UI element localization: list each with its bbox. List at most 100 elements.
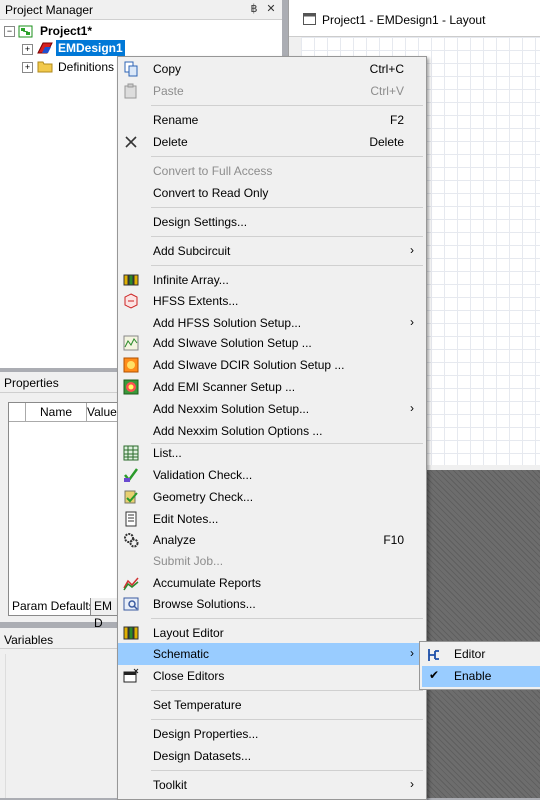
context-menu: Copy Ctrl+C Paste Ctrl+V Rename F2 Delet… [117, 56, 427, 800]
menu-item-add-nexxim-solution-options[interactable]: Add Nexxim Solution Options ... [118, 420, 426, 442]
menu-separator [151, 236, 423, 237]
submenu-arrow-icon: › [410, 777, 414, 791]
tab-em-design[interactable]: EM D [90, 598, 118, 630]
menu-item-add-siwave-dcir-setup[interactable]: Add SIwave DCIR Solution Setup ... [118, 354, 426, 376]
project-label: Project1* [40, 24, 93, 38]
menu-item-submit-job[interactable]: Submit Job... [118, 550, 426, 572]
paste-icon [124, 83, 137, 99]
menu-item-close-editors[interactable]: Close Editors [118, 665, 426, 687]
menu-separator [151, 156, 423, 157]
menu-item-list[interactable]: List... [118, 442, 426, 464]
menu-item-label: Set Temperature [153, 698, 242, 712]
menu-item-convert-full-access[interactable]: Convert to Full Access [118, 160, 426, 182]
submenu-item-label: Enable [454, 669, 492, 683]
menu-separator [151, 105, 423, 106]
layout-editor-icon [123, 626, 139, 640]
menu-item-shortcut: Ctrl+V [370, 84, 404, 98]
menu-item-hfss-extents[interactable]: HFSS Extents... [118, 290, 426, 312]
menu-item-add-hfss-solution-setup[interactable]: Add HFSS Solution Setup... › [118, 312, 426, 334]
emi-scanner-icon [123, 379, 139, 395]
expand-icon[interactable]: + [22, 62, 33, 73]
properties-panel: Properties Name Value Param Defaults EM … [0, 372, 120, 630]
menu-item-label: Add SIwave Solution Setup ... [153, 336, 312, 350]
submenu-item-editor[interactable]: Editor [422, 644, 540, 665]
menu-item-label: Toolkit [153, 778, 188, 792]
menu-item-design-settings[interactable]: Design Settings... [118, 211, 426, 233]
menu-item-label: Infinite Array... [153, 273, 229, 287]
menu-item-label: Delete [153, 135, 188, 149]
menu-item-label: Add Nexxim Solution Options ... [153, 424, 323, 438]
menu-item-set-temperature[interactable]: Set Temperature [118, 694, 426, 716]
project-manager-title: Project Manager [5, 3, 94, 17]
column-header-name[interactable]: Name [26, 403, 87, 422]
menu-item-delete[interactable]: Delete Delete [118, 131, 426, 153]
menu-item-label: Geometry Check... [153, 490, 254, 504]
submenu-arrow-icon: › [410, 315, 414, 329]
menu-item-browse-solutions[interactable]: Browse Solutions... [118, 593, 426, 615]
menu-item-label: Schematic [153, 647, 210, 661]
menu-item-label: Submit Job... [153, 554, 224, 568]
menu-item-add-nexxim-solution-setup[interactable]: Add Nexxim Solution Setup... › [118, 398, 426, 420]
menu-item-label: Layout Editor [153, 626, 224, 640]
properties-grid[interactable]: Name Value [8, 402, 120, 600]
schematic-submenu: Editor ✔ Enable [419, 641, 540, 690]
menu-item-label: Rename [153, 113, 199, 127]
menu-item-label: Analyze [153, 533, 196, 547]
menu-item-infinite-array[interactable]: Infinite Array... [118, 269, 426, 291]
menu-item-label: Edit Notes... [153, 512, 219, 526]
menu-item-rename[interactable]: Rename F2 [118, 109, 426, 131]
menu-item-label: Design Settings... [153, 215, 248, 229]
menu-item-schematic[interactable]: Schematic › [118, 643, 426, 665]
expand-icon[interactable]: + [22, 44, 33, 55]
menu-item-design-properties[interactable]: Design Properties... [118, 723, 426, 745]
menu-item-convert-read-only[interactable]: Convert to Read Only [118, 182, 426, 204]
menu-item-label: Add SIwave DCIR Solution Setup ... [153, 358, 345, 372]
menu-separator [151, 207, 423, 208]
menu-item-edit-notes[interactable]: Edit Notes... [118, 508, 426, 530]
menu-item-label: Add EMI Scanner Setup ... [153, 380, 296, 394]
column-header-value[interactable]: Value [87, 403, 119, 422]
validation-check-icon [124, 468, 139, 483]
analyze-gears-icon [124, 533, 139, 548]
menu-item-add-siwave-solution-setup[interactable]: Add SIwave Solution Setup ... [118, 332, 426, 354]
menu-item-design-datasets[interactable]: Design Datasets... [118, 745, 426, 767]
menu-item-add-subcircuit[interactable]: Add Subcircuit › [118, 240, 426, 262]
menu-separator [151, 618, 423, 619]
close-icon[interactable]: ✕ [264, 2, 278, 16]
definitions-label: Definitions [58, 60, 115, 74]
tab-param-defaults[interactable]: Param Defaults [8, 598, 99, 616]
menu-item-label: HFSS Extents... [153, 294, 239, 308]
schematic-editor-icon [428, 649, 439, 661]
checkmark-icon: ✔ [429, 668, 440, 682]
menu-item-layout-editor[interactable]: Layout Editor [118, 622, 426, 644]
collapse-icon[interactable]: − [4, 26, 15, 37]
window-icon [303, 13, 316, 25]
menu-item-accumulate-reports[interactable]: Accumulate Reports [118, 572, 426, 594]
column-header-value-label: Value [87, 405, 117, 419]
menu-item-shortcut: Ctrl+C [369, 62, 404, 76]
menu-item-validation-check[interactable]: Validation Check... [118, 464, 426, 486]
copy-icon [124, 61, 138, 77]
project-manager-header: Project Manager ฿ ✕ [0, 0, 282, 20]
variables-body[interactable] [5, 654, 119, 798]
menu-item-geometry-check[interactable]: Geometry Check... [118, 486, 426, 508]
variables-panel: Variables [0, 628, 119, 798]
menu-separator [151, 690, 423, 691]
edit-notes-icon [125, 511, 137, 527]
menu-item-toolkit[interactable]: Toolkit › [118, 774, 426, 796]
menu-item-label: List... [153, 446, 182, 460]
list-grid-icon [123, 445, 139, 461]
menu-item-paste[interactable]: Paste Ctrl+V [118, 80, 426, 102]
menu-item-copy[interactable]: Copy Ctrl+C [118, 58, 426, 80]
siwave-dcir-icon [123, 357, 139, 373]
submenu-arrow-icon: › [410, 646, 414, 660]
pin-icon[interactable]: ฿ [247, 2, 261, 16]
menu-item-label: Validation Check... [153, 468, 253, 482]
submenu-item-enable[interactable]: ✔ Enable [422, 666, 540, 687]
menu-item-label: Add Nexxim Solution Setup... [153, 402, 310, 416]
menu-item-analyze[interactable]: Analyze F10 [118, 529, 426, 551]
menu-item-label: Close Editors [153, 669, 225, 683]
menu-item-add-emi-scanner-setup[interactable]: Add EMI Scanner Setup ... [118, 376, 426, 398]
menu-item-label: Design Properties... [153, 727, 259, 741]
browse-solutions-icon [123, 597, 139, 611]
